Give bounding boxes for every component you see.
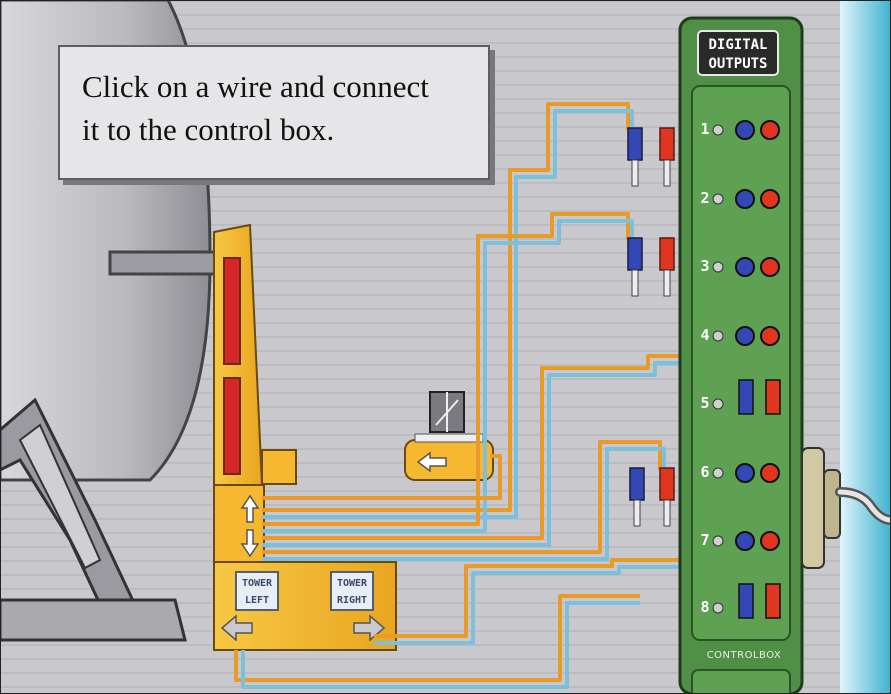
title-line-1: DIGITAL <box>708 37 768 53</box>
background-edge <box>840 0 891 694</box>
port-number-5: 5 <box>700 394 710 412</box>
port-number-2: 2 <box>700 189 710 207</box>
wire-plug-2[interactable] <box>626 230 676 300</box>
port-number-8: 8 <box>700 598 710 616</box>
tower-right-button[interactable]: TOWER RIGHT <box>330 571 374 611</box>
tower-left-line-1: TOWER <box>241 578 273 589</box>
tower-left-line-2: LEFT <box>244 595 270 606</box>
control-box-title: DIGITAL OUTPUTS <box>697 30 779 76</box>
control-box-label: CONTROLBOX <box>706 650 782 661</box>
port-number-4: 4 <box>700 326 710 344</box>
game-stage: Click on a wire and connect it to the co… <box>0 0 891 694</box>
tower-right-line-1: TOWER <box>336 578 368 589</box>
port-number-7: 7 <box>700 531 710 549</box>
port-number-3: 3 <box>700 257 710 275</box>
instruction-line-1: Click on a wire and connect <box>82 69 429 104</box>
port-number-6: 6 <box>700 463 710 481</box>
instruction-panel: Click on a wire and connect it to the co… <box>58 45 490 180</box>
tower-left-button[interactable]: TOWER LEFT <box>235 571 279 611</box>
wire-plug-1[interactable] <box>626 120 676 190</box>
tower-right-line-2: RIGHT <box>336 595 368 606</box>
instruction-line-2: it to the control box. <box>82 112 335 147</box>
title-line-2: OUTPUTS <box>708 56 768 72</box>
wire-plug-3[interactable] <box>626 460 676 530</box>
port-number-1: 1 <box>700 120 710 138</box>
